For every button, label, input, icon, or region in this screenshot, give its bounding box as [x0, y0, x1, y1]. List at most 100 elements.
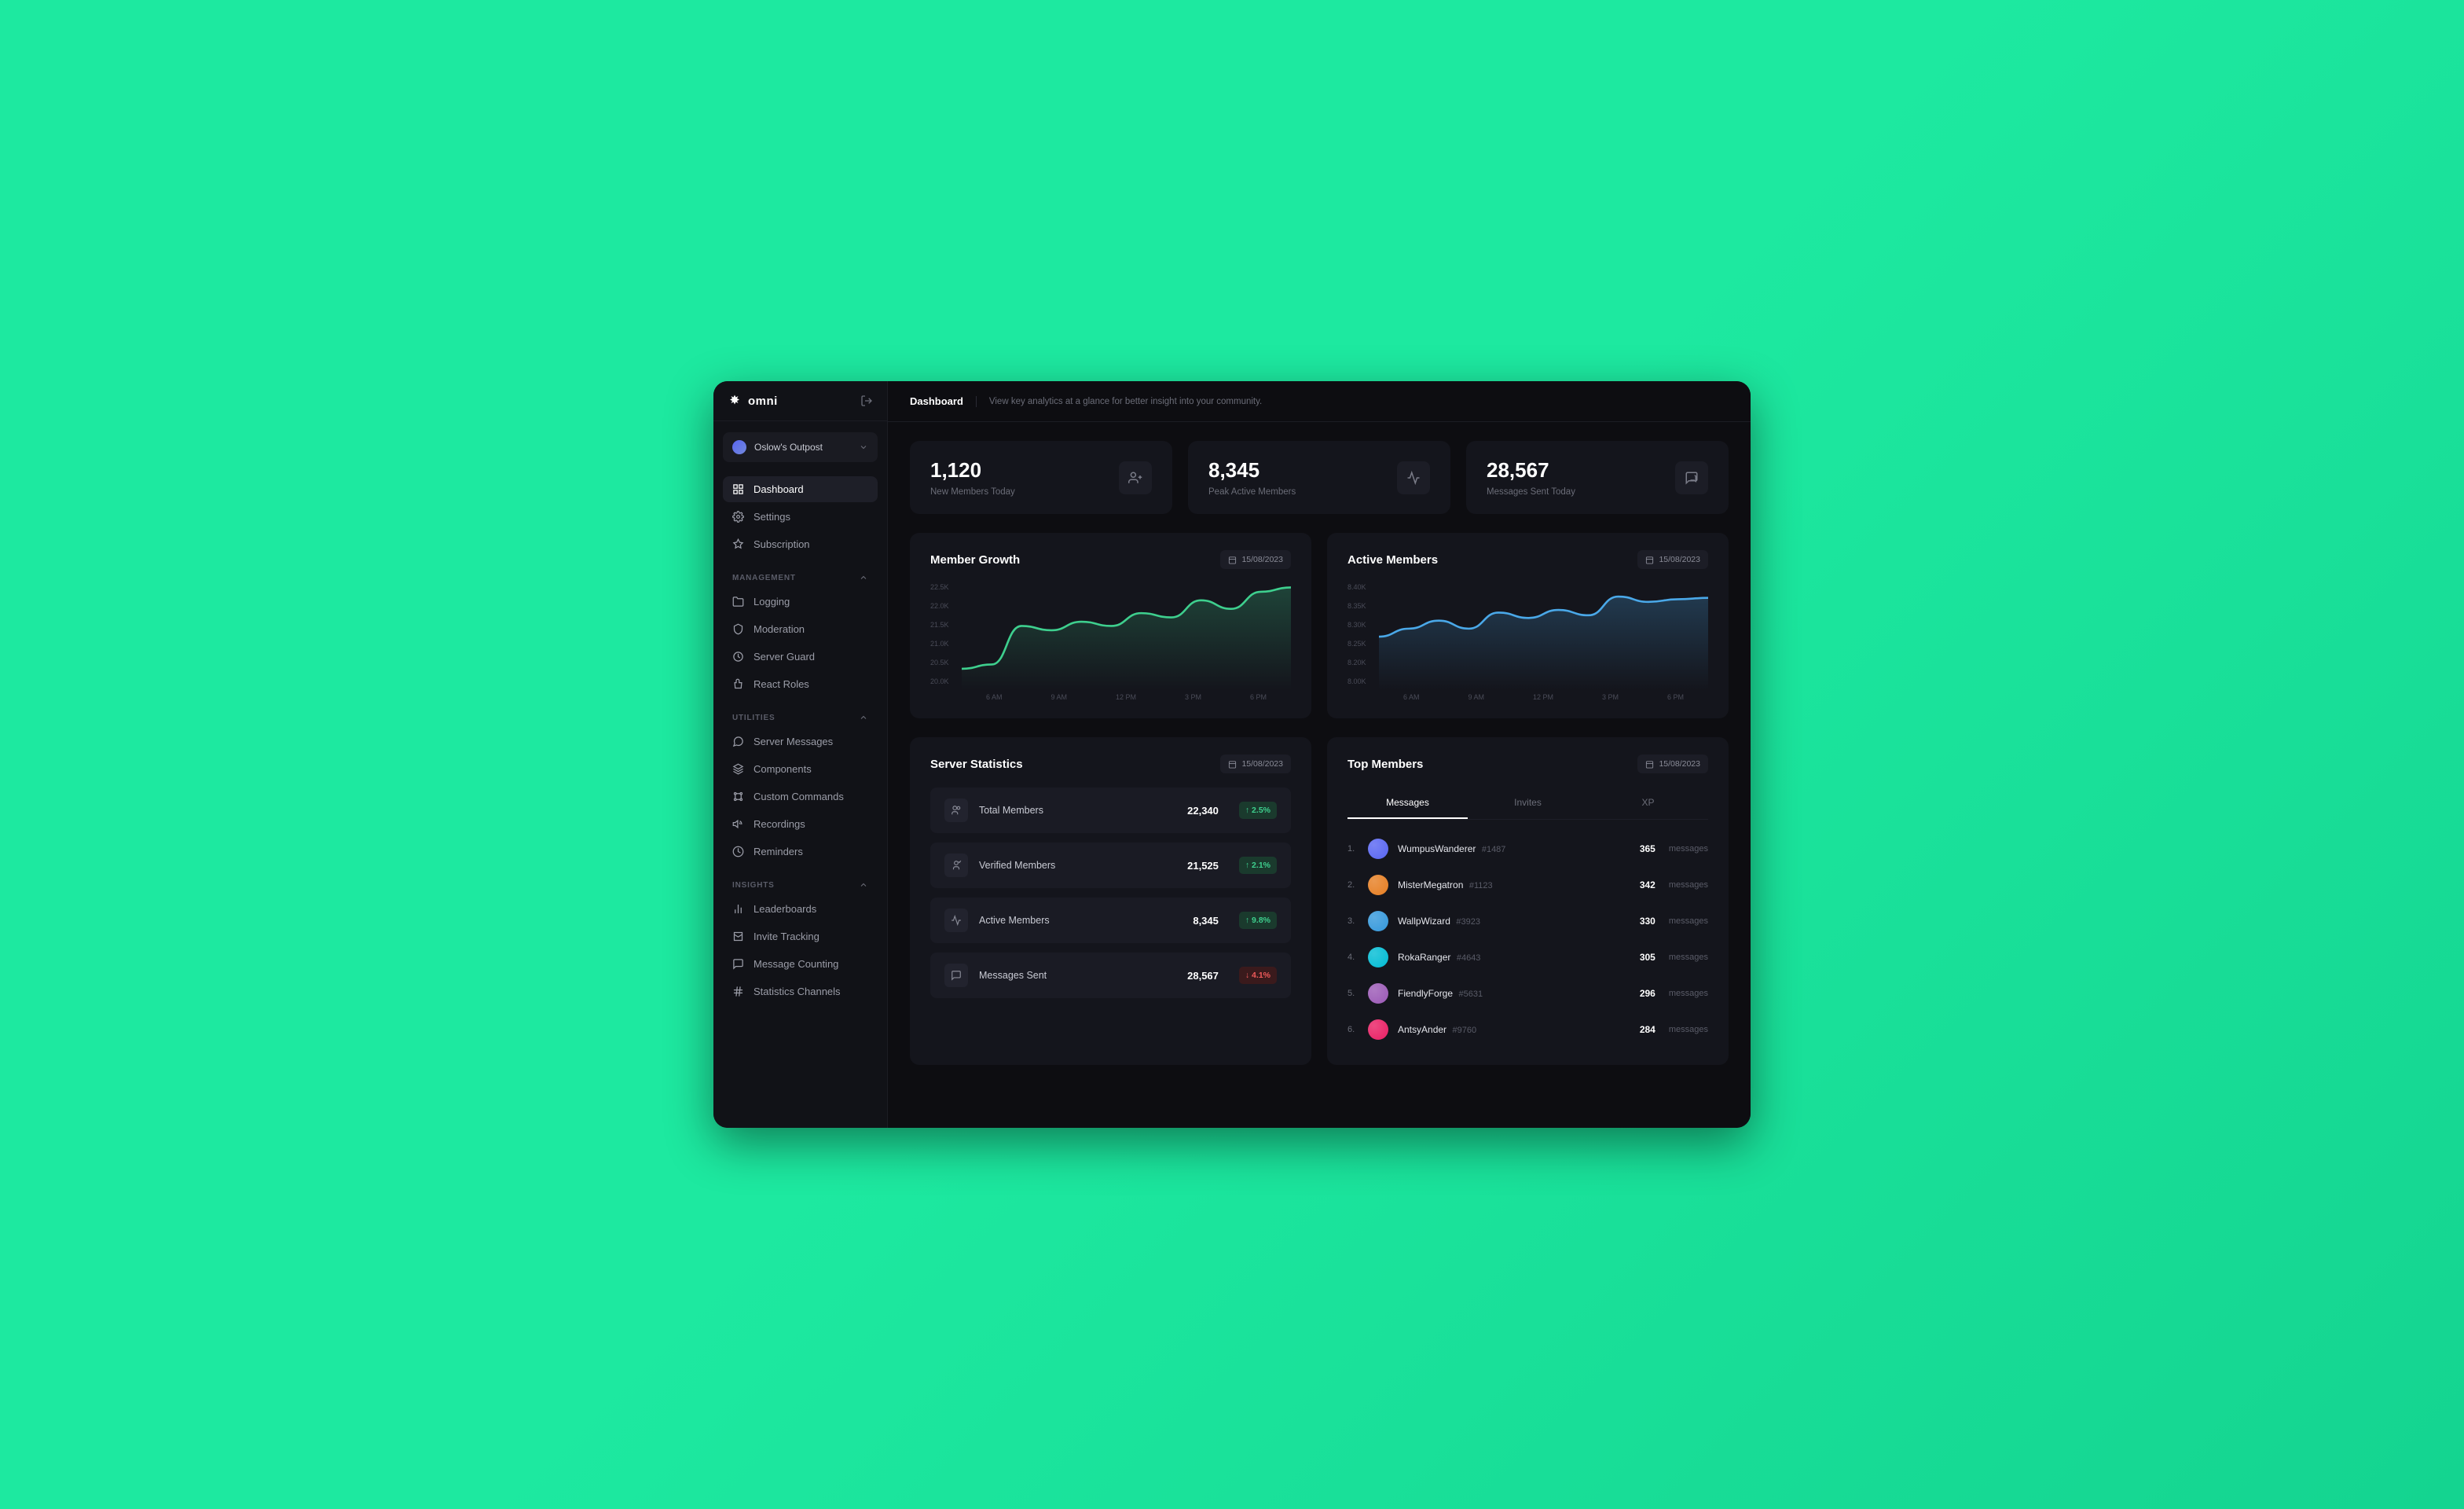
sidebar: omni Oslow's Outpost Dashboard Settings …	[713, 381, 888, 1128]
nav-logging[interactable]: Logging	[723, 589, 878, 615]
x-tick: 6 AM	[1403, 693, 1420, 701]
member-tag: #4643	[1457, 953, 1481, 963]
stat-label: Messages Sent Today	[1487, 487, 1575, 497]
stat-row-label: Messages Sent	[979, 970, 1176, 981]
y-tick: 8.35K	[1348, 602, 1366, 610]
server-name: Oslow's Outpost	[754, 442, 823, 453]
y-tick: 8.00K	[1348, 677, 1366, 685]
active-line-chart	[1379, 583, 1708, 690]
member-row[interactable]: 4. RokaRanger #4643 305 messages	[1348, 939, 1708, 975]
nav-moderation[interactable]: Moderation	[723, 616, 878, 642]
avatar-icon	[1368, 1019, 1388, 1040]
nav-label: Invite Tracking	[754, 931, 820, 942]
reminders-icon	[732, 846, 744, 857]
x-tick: 9 AM	[1050, 693, 1067, 701]
nav-messagecounting[interactable]: Message Counting	[723, 951, 878, 977]
logging-icon	[732, 596, 744, 608]
nav-settings[interactable]: Settings	[723, 504, 878, 530]
top-members-card: Top Members 15/08/2023 MessagesInvitesXP…	[1327, 737, 1729, 1065]
nav-recordings[interactable]: Recordings	[723, 811, 878, 837]
stat-row-icon	[944, 964, 968, 987]
member-row[interactable]: 5. FiendlyForge #5631 296 messages	[1348, 975, 1708, 1012]
nav-section-header[interactable]: UTILITIES	[723, 699, 878, 729]
x-tick: 6 PM	[1667, 693, 1684, 701]
nav-label: Logging	[754, 596, 790, 608]
stat-row-value: 22,340	[1187, 805, 1219, 817]
member-tag: #9760	[1453, 1026, 1477, 1035]
reactroles-icon	[732, 678, 744, 690]
nav-dashboard[interactable]: Dashboard	[723, 476, 878, 502]
member-row[interactable]: 3. WallpWizard #3923 330 messages	[1348, 903, 1708, 939]
stat-row-icon	[944, 854, 968, 877]
nav-section-header[interactable]: INSIGHTS	[723, 866, 878, 896]
charts-row: Member Growth 15/08/2023 22.5K22.0K21.5K…	[910, 533, 1729, 718]
chart-title: Member Growth	[930, 553, 1020, 567]
avatar-icon	[1368, 875, 1388, 895]
growth-line-chart	[962, 583, 1291, 690]
date-chip[interactable]: 15/08/2023	[1637, 550, 1708, 569]
main: Dashboard View key analytics at a glance…	[888, 381, 1751, 1128]
message-unit: messages	[1669, 989, 1708, 998]
nav-components[interactable]: Components	[723, 756, 878, 782]
nav-serverguard[interactable]: Server Guard	[723, 644, 878, 670]
stat-card: 1,120 New Members Today	[910, 441, 1172, 514]
nav-label: Subscription	[754, 538, 810, 550]
member-tag: #3923	[1456, 917, 1480, 927]
stat-icon	[1675, 461, 1708, 494]
tab-messages[interactable]: Messages	[1348, 788, 1468, 819]
components-icon	[732, 763, 744, 775]
nav-leaderboards[interactable]: Leaderboards	[723, 896, 878, 922]
x-tick: 9 AM	[1468, 693, 1484, 701]
member-name: WallpWizard	[1398, 916, 1450, 927]
date-value: 15/08/2023	[1659, 555, 1700, 564]
page-title: Dashboard	[910, 395, 963, 407]
message-count: 342	[1640, 879, 1656, 890]
calendar-icon	[1645, 760, 1654, 769]
nav-reactroles[interactable]: React Roles	[723, 671, 878, 697]
messagecounting-icon	[732, 958, 744, 970]
brand-name: omni	[748, 395, 778, 408]
stat-row-value: 28,567	[1187, 970, 1219, 982]
member-row[interactable]: 6. AntsyAnder #9760 284 messages	[1348, 1012, 1708, 1048]
date-chip[interactable]: 15/08/2023	[1220, 550, 1291, 569]
date-chip[interactable]: 15/08/2023	[1220, 754, 1291, 773]
member-growth-card: Member Growth 15/08/2023 22.5K22.0K21.5K…	[910, 533, 1311, 718]
tab-xp[interactable]: XP	[1588, 788, 1708, 819]
avatar-icon	[1368, 911, 1388, 931]
tab-invites[interactable]: Invites	[1468, 788, 1588, 819]
nav-reminders[interactable]: Reminders	[723, 839, 878, 865]
server-selector[interactable]: Oslow's Outpost	[723, 432, 878, 462]
stat-row: Total Members 22,340 ↑ 2.5%	[930, 788, 1291, 833]
message-count: 284	[1640, 1024, 1656, 1035]
logout-icon[interactable]	[860, 395, 873, 407]
date-chip[interactable]: 15/08/2023	[1637, 754, 1708, 773]
nav-label: Components	[754, 763, 812, 775]
member-row[interactable]: 2. MisterMegatron #1123 342 messages	[1348, 867, 1708, 903]
tabs: MessagesInvitesXP	[1348, 788, 1708, 820]
nav-statisticschannels[interactable]: Statistics Channels	[723, 978, 878, 1004]
nav-label: Moderation	[754, 623, 805, 635]
avatar-icon	[1368, 839, 1388, 859]
message-count: 365	[1640, 843, 1656, 854]
content: 1,120 New Members Today 8,345 Peak Activ…	[888, 422, 1751, 1084]
message-unit: messages	[1669, 1025, 1708, 1034]
x-tick: 6 PM	[1250, 693, 1267, 701]
nav-customcommands[interactable]: Custom Commands	[723, 784, 878, 810]
message-unit: messages	[1669, 953, 1708, 962]
nav-subscription[interactable]: Subscription	[723, 531, 878, 557]
bottom-row: Server Statistics 15/08/2023 Total Membe…	[910, 737, 1729, 1065]
nav-invitetracking[interactable]: Invite Tracking	[723, 923, 878, 949]
separator	[976, 396, 977, 407]
rank: 2.	[1348, 880, 1358, 890]
nav-servermessages[interactable]: Server Messages	[723, 729, 878, 754]
member-tag: #5631	[1458, 989, 1483, 999]
x-tick: 12 PM	[1533, 693, 1553, 701]
nav-section-header[interactable]: MANAGEMENT	[723, 559, 878, 589]
member-name: RokaRanger	[1398, 952, 1450, 963]
rank: 6.	[1348, 1025, 1358, 1034]
y-tick: 20.5K	[930, 659, 949, 666]
invitetracking-icon	[732, 931, 744, 942]
member-row[interactable]: 1. WumpusWanderer #1487 365 messages	[1348, 831, 1708, 867]
nav-label: Reminders	[754, 846, 803, 857]
nav-label: Recordings	[754, 818, 805, 830]
